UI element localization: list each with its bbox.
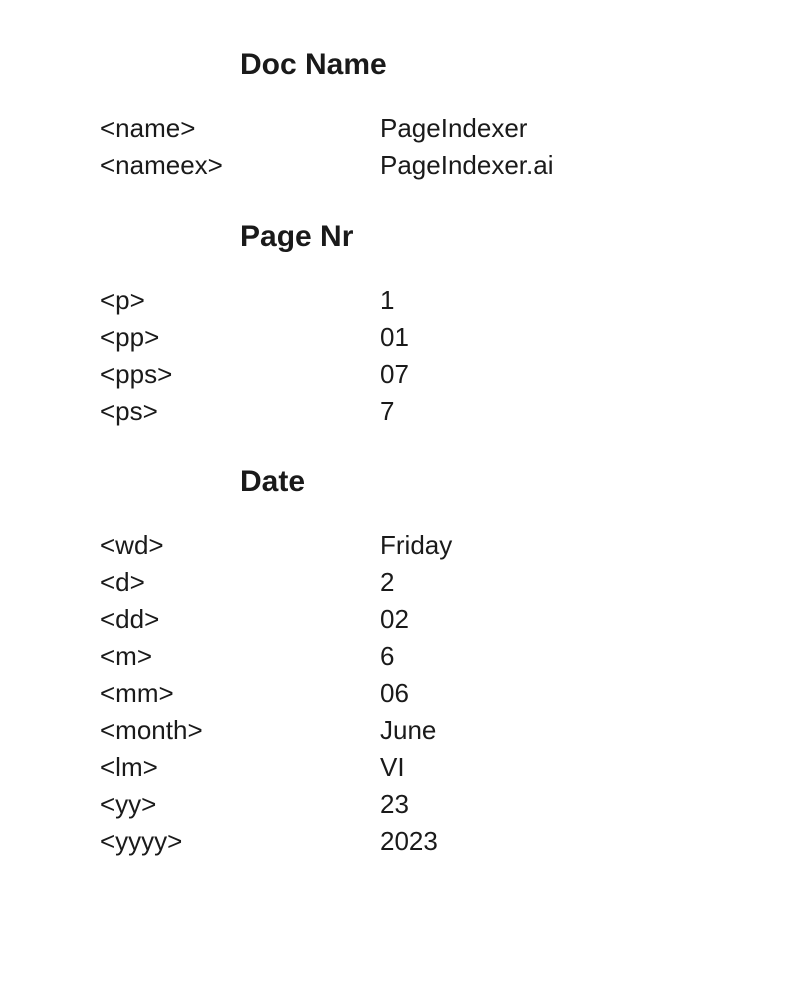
row-name: <name> PageIndexer [100, 110, 785, 147]
row-pp: <pp> 01 [100, 319, 785, 356]
row-m: <m> 6 [100, 638, 785, 675]
row-value: PageIndexer.ai [380, 147, 785, 184]
row-value: 23 [380, 786, 785, 823]
row-yy: <yy> 23 [100, 786, 785, 823]
row-d: <d> 2 [100, 564, 785, 601]
heading-doc-name: Doc Name [240, 48, 785, 82]
row-yyyy: <yyyy> 2023 [100, 823, 785, 860]
row-value: PageIndexer [380, 110, 785, 147]
heading-date: Date [240, 465, 785, 499]
row-key: <pps> [100, 356, 380, 393]
row-value: 07 [380, 356, 785, 393]
row-key: <name> [100, 110, 380, 147]
row-key: <mm> [100, 675, 380, 712]
row-value: June [380, 712, 785, 749]
row-key: <yy> [100, 786, 380, 823]
row-mm: <mm> 06 [100, 675, 785, 712]
row-value: 02 [380, 601, 785, 638]
row-nameex: <nameex> PageIndexer.ai [100, 147, 785, 184]
row-p: <p> 1 [100, 282, 785, 319]
row-key: <wd> [100, 527, 380, 564]
row-value: 1 [380, 282, 785, 319]
row-key: <month> [100, 712, 380, 749]
row-lm: <lm> VI [100, 749, 785, 786]
row-key: <dd> [100, 601, 380, 638]
row-key: <m> [100, 638, 380, 675]
row-value: 01 [380, 319, 785, 356]
row-month: <month> June [100, 712, 785, 749]
row-value: 7 [380, 393, 785, 430]
row-value: VI [380, 749, 785, 786]
row-key: <nameex> [100, 147, 380, 184]
row-key: <p> [100, 282, 380, 319]
row-key: <pp> [100, 319, 380, 356]
row-key: <lm> [100, 749, 380, 786]
row-ps: <ps> 7 [100, 393, 785, 430]
row-value: 2023 [380, 823, 785, 860]
heading-page-nr: Page Nr [240, 220, 785, 254]
row-key: <ps> [100, 393, 380, 430]
row-value: Friday [380, 527, 785, 564]
row-value: 6 [380, 638, 785, 675]
row-pps: <pps> 07 [100, 356, 785, 393]
row-key: <d> [100, 564, 380, 601]
row-key: <yyyy> [100, 823, 380, 860]
section-doc-name: Doc Name <name> PageIndexer <nameex> Pag… [100, 48, 785, 184]
section-date: Date <wd> Friday <d> 2 <dd> 02 <m> 6 <mm… [100, 465, 785, 859]
row-wd: <wd> Friday [100, 527, 785, 564]
row-dd: <dd> 02 [100, 601, 785, 638]
section-page-nr: Page Nr <p> 1 <pp> 01 <pps> 07 <ps> 7 [100, 220, 785, 430]
row-value: 06 [380, 675, 785, 712]
row-value: 2 [380, 564, 785, 601]
